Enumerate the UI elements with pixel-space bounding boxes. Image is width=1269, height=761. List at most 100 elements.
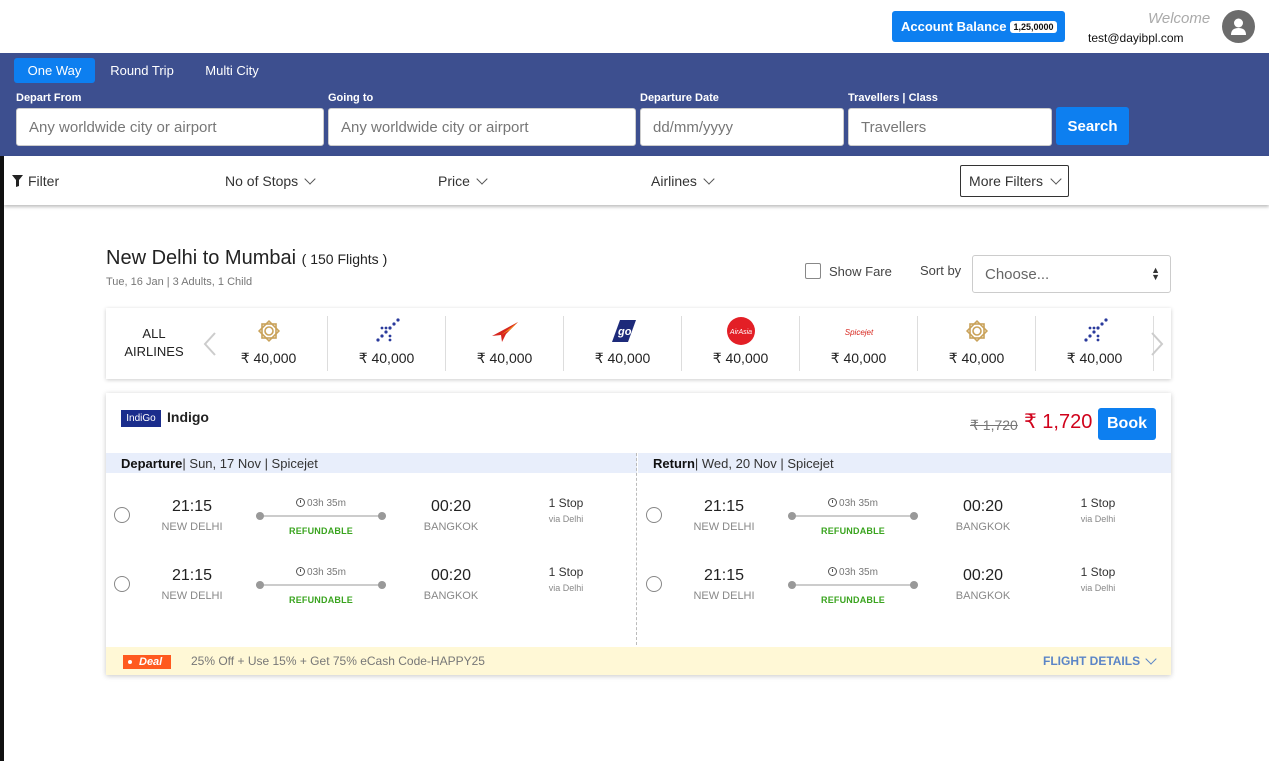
duration-line: 03h 35m REFUNDABLE [788, 567, 918, 607]
flight-option-radio[interactable] [646, 507, 662, 523]
flight-option-radio[interactable] [114, 576, 130, 592]
route-subtitle: Tue, 16 Jan | 3 Adults, 1 Child [106, 276, 253, 288]
depart-from-input[interactable]: Any worldwide city or airport [16, 108, 324, 146]
flight-option-radio[interactable] [646, 576, 662, 592]
departure-heading: Departure [121, 455, 183, 471]
airline-price: ₹ 40,000 [240, 350, 297, 366]
via-city: via Delhi [548, 514, 584, 524]
duration-line: 03h 35m REFUNDABLE [256, 498, 386, 538]
sort-by-select[interactable]: Choose... ▲ ▼ [972, 255, 1171, 293]
return-heading: Return [653, 455, 695, 471]
arrival-city: BANGKOK [955, 590, 1011, 602]
search-button[interactable]: Search [1056, 107, 1129, 145]
more-filters-label: More Filters [969, 173, 1043, 189]
route-title: New Delhi to Mumbai ( 150 Flights ) [106, 247, 387, 270]
depart-from-label: Depart From [16, 92, 82, 104]
arrival-time: 00:20 [962, 567, 1004, 584]
account-balance-button[interactable]: Account Balance 1,25,0000 [892, 11, 1065, 42]
show-fare-checkbox[interactable] [805, 263, 821, 279]
airline-chip[interactable]: ₹ 40,000 [328, 316, 446, 371]
route-name: New Delhi to Mumbai [106, 247, 297, 269]
svg-text:go: go [617, 326, 632, 338]
airline-chip[interactable]: ₹ 40,000 [1036, 316, 1154, 371]
search-panel: One Way Round Trip Multi City Depart Fro… [0, 53, 1269, 156]
stop-count: 1 Stop [548, 565, 584, 579]
original-price: ₹ 1,720 [970, 417, 1018, 433]
show-fare-toggle[interactable]: Show Fare [805, 263, 892, 279]
flight-option-row[interactable]: 21:15 NEW DELHI 03h 35m REFUNDABLE 00:20 B… [106, 559, 636, 619]
more-filters-button[interactable]: More Filters [960, 165, 1069, 197]
chevron-down-icon [476, 173, 488, 185]
airline-chip[interactable]: ₹ 40,000 [918, 316, 1036, 371]
refundable-label: REFUNDABLE [821, 526, 885, 536]
travellers-input[interactable]: Travellers [848, 108, 1052, 146]
flight-option-row[interactable]: 21:15 NEW DELHI 03h 35m REFUNDABLE 00:20 B… [638, 559, 1168, 619]
vistara-logo-icon [210, 316, 327, 346]
arrival-time: 00:20 [430, 567, 472, 584]
refundable-label: REFUNDABLE [289, 526, 353, 536]
airline-price: ₹ 40,000 [358, 350, 415, 366]
departure-city: NEW DELHI [693, 521, 755, 533]
refundable-label: REFUNDABLE [289, 595, 353, 605]
airlines-filter-dropdown[interactable]: Airlines [651, 173, 715, 189]
departure-info: | Sun, 17 Nov | Spicejet [182, 455, 318, 471]
goair-logo-icon: go [564, 316, 681, 346]
airline-price: ₹ 40,000 [830, 350, 887, 366]
clock-icon [296, 567, 306, 576]
welcome-text: Welcome [1148, 10, 1211, 27]
deal-text: 25% Off + Use 15% + Get 75% eCash Code-H… [191, 654, 485, 668]
airlines-filter-label: Airlines [651, 173, 697, 189]
departure-header: Departure | Sun, 17 Nov | Spicejet [106, 453, 637, 473]
flight-details-link[interactable]: FLIGHT DETAILS [1043, 653, 1157, 668]
flight-result-card: IndiGo Indigo ₹ 1,720 ₹ 1,720 Book Depar… [106, 393, 1171, 675]
stops-filter-label: No of Stops [225, 173, 299, 189]
user-avatar-icon[interactable] [1222, 10, 1255, 43]
airline-chip[interactable]: ₹ 40,000 [446, 316, 564, 371]
departure-date-input[interactable]: dd/mm/yyyy [640, 108, 844, 146]
flight-option-row[interactable]: 21:15 NEW DELHI 03h 35m REFUNDABLE 00:20 B… [106, 490, 636, 550]
duration: 03h 35m [307, 567, 346, 578]
via-city: via Delhi [548, 583, 584, 593]
plane-dots-logo-icon [1036, 316, 1153, 346]
stops-filter-dropdown[interactable]: No of Stops [225, 173, 316, 189]
indigo-logo: IndiGo [121, 410, 161, 427]
leg-divider [636, 453, 637, 645]
airline-chip[interactable]: ₹ 40,000 [210, 316, 328, 371]
filter-toggle[interactable]: Filter [12, 173, 59, 189]
flight-details-label: FLIGHT DETAILS [1043, 654, 1141, 668]
departure-city: NEW DELHI [161, 590, 223, 602]
arrival-time: 00:20 [962, 498, 1004, 515]
tab-multi-city[interactable]: Multi City [193, 58, 271, 83]
via-city: via Delhi [1080, 583, 1116, 593]
refundable-label: REFUNDABLE [821, 595, 885, 605]
flight-option-row[interactable]: 21:15 NEW DELHI 03h 35m REFUNDABLE 00:20 B… [638, 490, 1168, 550]
tab-one-way[interactable]: One Way [14, 58, 95, 83]
airline-chip[interactable]: AirAsia ₹ 40,000 [682, 316, 800, 371]
departure-date-label: Departure Date [640, 92, 719, 104]
return-header: Return | Wed, 20 Nov | Spicejet [638, 453, 1171, 473]
airline-chip[interactable]: Spicejet ₹ 40,000 [800, 316, 918, 371]
duration-line: 03h 35m REFUNDABLE [788, 498, 918, 538]
going-to-label: Going to [328, 92, 374, 104]
tab-round-trip[interactable]: Round Trip [101, 58, 183, 83]
duration: 03h 35m [839, 498, 878, 509]
price-filter-label: Price [438, 173, 470, 189]
going-to-input[interactable]: Any worldwide city or airport [328, 108, 636, 146]
price-filter-dropdown[interactable]: Price [438, 173, 488, 189]
departure-time: 21:15 [703, 498, 745, 515]
chevron-right-icon[interactable] [1149, 332, 1165, 356]
duration-line: 03h 35m REFUNDABLE [256, 567, 386, 607]
arrival-city: BANGKOK [423, 590, 479, 602]
filter-bar: Filter No of Stops Price Airlines More F… [4, 156, 1269, 205]
book-button[interactable]: Book [1098, 408, 1156, 440]
duration: 03h 35m [307, 498, 346, 509]
chevron-down-icon [703, 173, 715, 185]
flight-option-radio[interactable] [114, 507, 130, 523]
chevron-down-icon [1145, 653, 1157, 665]
svg-text:AirAsia: AirAsia [728, 329, 751, 336]
airline-chip[interactable]: go ₹ 40,000 [564, 316, 682, 371]
airline-price: ₹ 40,000 [712, 350, 769, 366]
top-header: Account Balance 1,25,0000 Welcome test@d… [0, 0, 1269, 53]
all-airlines-button[interactable]: ALL AIRLINES [106, 325, 202, 361]
deal-tag: Deal [123, 655, 171, 669]
